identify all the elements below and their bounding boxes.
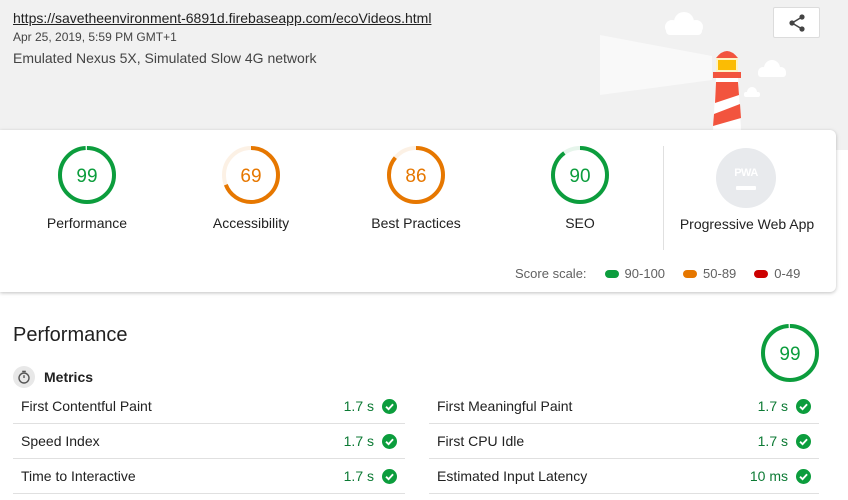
metric-row: First Meaningful Paint 1.7 s [429,389,819,424]
metric-row: Time to Interactive 1.7 s [13,459,405,494]
score-gauge: 69 [222,146,280,204]
share-button[interactable] [773,7,820,38]
metric-row: Speed Index 1.7 s [13,424,405,459]
share-icon [788,13,805,32]
score-scale-pass: 90-100 [604,266,666,281]
metric-name: First Contentful Paint [21,398,152,414]
performance-score-gauge: 99 [761,324,819,382]
score-range-label: 50-89 [703,266,737,281]
metric-value: 1.7 s [343,398,374,414]
metric-value: 1.7 s [757,398,788,414]
pass-pill-icon [604,269,619,278]
metric-value: 1.7 s [757,433,788,449]
category-label: Accessibility [212,215,290,231]
score-scale-average: 50-89 [683,266,736,281]
average-pill-icon [683,269,698,278]
score-value: 99 [76,166,97,187]
report-environment: Emulated Nexus 5X, Simulated Slow 4G net… [13,50,317,66]
stopwatch-icon [13,366,35,388]
score-value: 90 [569,166,590,187]
report-header: https://savetheenvironment-6891d.firebas… [0,0,848,150]
score-scale-fail: 0-49 [754,266,800,281]
pwa-label: Progressive Web App [679,216,815,232]
score-gauge: 90 [551,146,609,204]
pwa-badge-icon[interactable]: PWA [716,148,776,208]
check-icon [796,433,811,449]
metric-value: 1.7 s [343,433,374,449]
metric-name: Speed Index [21,433,100,449]
score-gauge: 99 [58,146,116,204]
score-value: 69 [240,166,261,187]
score-value: 99 [779,344,800,365]
category-label: SEO [565,215,595,231]
category-divider [663,146,664,250]
report-url-link[interactable]: https://savetheenvironment-6891d.firebas… [13,10,431,26]
check-icon [382,398,397,414]
category-label: Performance [46,215,128,231]
check-icon [796,398,811,414]
metric-name: First Meaningful Paint [437,398,573,414]
gauge-best-practices[interactable]: 86 Best Practices [341,145,491,231]
metric-row: Estimated Input Latency 10 ms [429,459,819,494]
gauge-accessibility[interactable]: 69 Accessibility [176,145,326,231]
check-icon [382,433,397,449]
metrics-heading: Metrics [13,366,93,388]
score-scale: Score scale: 90-100 50-89 0-49 [515,266,800,281]
check-icon [382,468,397,484]
metrics-heading-label: Metrics [44,369,94,385]
report-date: Apr 25, 2019, 5:59 PM GMT+1 [13,30,177,44]
score-gauge: 86 [387,146,445,204]
metric-name: Estimated Input Latency [437,468,588,484]
fail-pill-icon [754,269,769,278]
metric-name: First CPU Idle [437,433,525,449]
category-scores-card: 99 Performance 69 Accessibility 86 Best … [0,130,836,292]
metric-value: 10 ms [749,468,788,484]
performance-section-title: Performance [13,324,128,346]
category-label: Best Practices [371,215,461,231]
score-range-label: 90-100 [624,266,666,281]
check-icon [796,468,811,484]
pwa-badge-text: PWA [734,166,758,179]
gauge-performance[interactable]: 99 Performance [12,145,162,231]
score-scale-label: Score scale: [515,266,587,281]
gauge-seo[interactable]: 90 SEO [505,145,655,231]
metric-value: 1.7 s [343,468,374,484]
pwa-dash [736,185,756,190]
score-value: 86 [405,166,426,187]
metric-row: First Contentful Paint 1.7 s [13,389,405,424]
score-range-label: 0-49 [774,266,801,281]
metric-name: Time to Interactive [21,468,136,484]
metric-row: First CPU Idle 1.7 s [429,424,819,459]
